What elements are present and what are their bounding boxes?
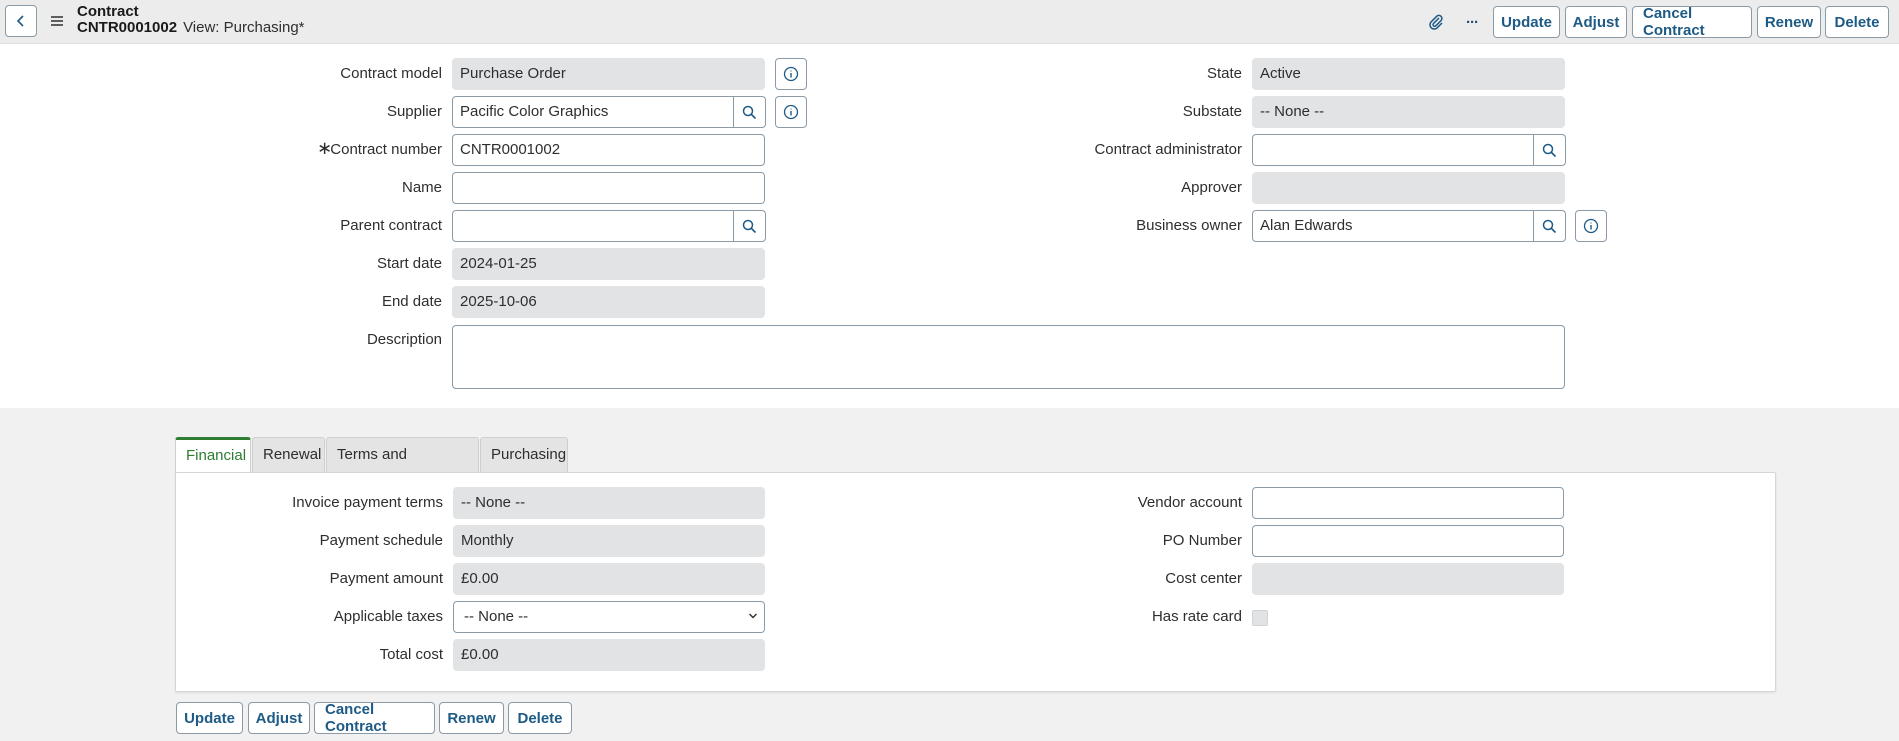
update-button[interactable]: Update [1493,6,1560,38]
start-date-field: 2024-01-25 [452,248,765,280]
supplier-lookup-button[interactable] [734,96,766,128]
parent-contract-label: Parent contract [340,217,442,234]
footer-delete-button[interactable]: Delete [508,702,572,734]
footer-adjust-button[interactable]: Adjust [248,702,310,734]
cancel-contract-button[interactable]: Cancel Contract [1632,5,1752,39]
contract-administrator-lookup-button[interactable] [1534,134,1566,166]
name-label: Name [401,179,442,196]
delete-button[interactable]: Delete [1825,6,1889,38]
tab-financial[interactable]: Financial [175,437,251,473]
parent-contract-field[interactable] [452,210,734,242]
business-owner-label: Business owner [1136,217,1242,234]
parent-contract-lookup-button[interactable] [734,210,766,242]
po-number-label: PO Number [1162,532,1242,549]
back-button[interactable] [5,5,37,37]
payment-schedule-field: Monthly [453,525,765,557]
form-header: Contract CNTR0001002 View: Purchasing* ··… [0,0,1899,44]
supplier-info-button[interactable] [775,96,807,128]
business-owner-info-button[interactable] [1575,210,1607,242]
adjust-button[interactable]: Adjust [1565,6,1627,38]
applicable-taxes-select[interactable]: -- None -- [453,601,765,633]
supplier-field[interactable]: Pacific Color Graphics [452,96,734,128]
contract-model-info-button[interactable] [775,58,807,90]
renew-button[interactable]: Renew [1757,6,1821,38]
contract-number-field[interactable]: CNTR0001002 [452,134,765,166]
payment-amount-field: £0.00 [453,563,765,595]
info-icon [783,104,799,120]
search-icon [1542,143,1557,157]
hamburger-menu-icon[interactable] [48,12,66,30]
footer-update-button[interactable]: Update [176,702,243,734]
view-name: View: Purchasing* [183,19,305,36]
cost-center-field [1252,563,1564,595]
tab-renewal[interactable]: Renewal [252,437,325,472]
info-icon [1583,218,1599,234]
info-icon [783,66,799,82]
business-owner-lookup-button[interactable] [1534,210,1566,242]
paperclip-icon[interactable] [1425,11,1447,33]
supplier-label: Supplier [386,103,442,120]
chevron-left-icon [16,15,24,27]
footer-renew-button[interactable]: Renew [439,702,504,734]
contract-number-label: Contract number [330,141,442,158]
chevron-down-icon [748,602,758,632]
search-icon [742,219,757,233]
total-cost-field: £0.00 [453,639,765,671]
more-options-icon[interactable]: ··· [1461,11,1483,33]
approver-field [1252,172,1565,204]
description-field[interactable] [452,325,1565,389]
substate-field: -- None -- [1252,96,1565,128]
footer-cancel-contract-button[interactable]: Cancel Contract [314,701,435,735]
search-icon [1542,219,1557,233]
contract-administrator-field[interactable] [1252,134,1534,166]
po-number-field[interactable] [1252,525,1564,557]
cost-center-label: Cost center [1165,570,1242,587]
description-label: Description [366,331,442,348]
tab-terms-and-conditions[interactable]: Terms and Conditions [326,437,479,497]
record-type: Contract [77,3,139,20]
invoice-payment-terms-field: -- None -- [453,487,765,519]
has-rate-card-checkbox[interactable] [1252,610,1268,626]
total-cost-label: Total cost [379,646,443,663]
contract-model-label: Contract model [340,65,442,82]
start-date-label: Start date [376,255,442,272]
tab-purchasing[interactable]: Purchasing [480,437,568,472]
payment-amount-label: Payment amount [329,570,443,587]
applicable-taxes-label: Applicable taxes [333,608,443,625]
record-number: CNTR0001002 [77,19,178,36]
vendor-account-field[interactable] [1252,487,1564,519]
search-icon [742,105,757,119]
contract-administrator-label: Contract administrator [1094,141,1242,158]
payment-schedule-label: Payment schedule [319,532,443,549]
end-date-field: 2025-10-06 [452,286,765,318]
record-title: Contract CNTR0001002 View: Purchasing* [77,4,305,36]
end-date-label: End date [381,293,442,310]
invoice-payment-terms-label: Invoice payment terms [292,494,443,511]
vendor-account-label: Vendor account [1137,494,1242,511]
has-rate-card-label: Has rate card [1151,608,1242,625]
substate-label: Substate [1182,103,1242,120]
approver-label: Approver [1181,179,1242,196]
state-field: Active [1252,58,1565,90]
business-owner-field[interactable]: Alan Edwards [1252,210,1534,242]
name-field[interactable] [452,172,765,204]
state-label: State [1206,65,1242,82]
applicable-taxes-value: -- None -- [464,608,529,625]
contract-model-field: Purchase Order [452,58,765,90]
